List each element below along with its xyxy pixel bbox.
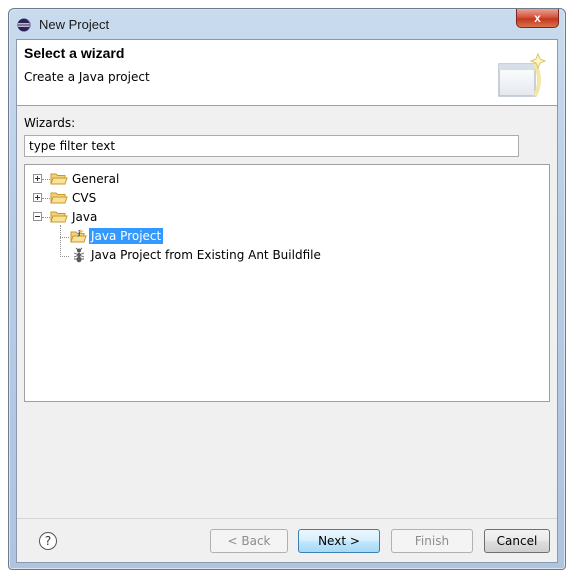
- expand-plus-icon[interactable]: [33, 174, 42, 183]
- page-description: Create a Java project: [24, 70, 150, 84]
- finish-button[interactable]: Finish: [391, 529, 473, 553]
- wizards-label: Wizards:: [24, 116, 76, 130]
- folder-open-icon: [50, 211, 68, 223]
- tree-item-label: Java Project: [89, 228, 164, 244]
- tree-item-label: Java: [72, 210, 98, 224]
- close-icon: x: [534, 11, 541, 25]
- cancel-button[interactable]: Cancel: [484, 529, 550, 553]
- tree-item-general[interactable]: General: [25, 170, 545, 189]
- expand-plus-icon[interactable]: [33, 193, 42, 202]
- next-button[interactable]: Next >: [298, 529, 380, 553]
- button-bar-separator: [17, 518, 557, 519]
- page-frame: New Project x Select a wizard Create a J…: [0, 0, 571, 575]
- tree-item-java[interactable]: Java: [25, 208, 545, 227]
- ant-icon: [73, 247, 85, 263]
- help-icon: ?: [44, 534, 52, 548]
- wizard-header: Select a wizard Create a Java project: [17, 40, 557, 106]
- dialog-client-area: Select a wizard Create a Java project Wi…: [16, 39, 558, 563]
- svg-text:J: J: [77, 229, 81, 237]
- wizard-banner-icon: [498, 52, 547, 97]
- folder-icon: [50, 173, 68, 185]
- tree-item-ant-project[interactable]: Java Project from Existing Ant Buildfile: [25, 246, 545, 265]
- help-button[interactable]: ?: [39, 532, 57, 550]
- tree-item-label: Java Project from Existing Ant Buildfile: [91, 248, 321, 262]
- title-bar[interactable]: New Project x: [9, 9, 565, 39]
- folder-icon: [50, 192, 68, 204]
- back-button[interactable]: < Back: [210, 529, 288, 553]
- tree-item-cvs[interactable]: CVS: [25, 189, 545, 208]
- eclipse-icon: [17, 18, 31, 32]
- page-title: Select a wizard: [24, 45, 125, 61]
- window-title: New Project: [39, 17, 110, 32]
- collapse-minus-icon[interactable]: [33, 212, 42, 221]
- filter-input[interactable]: [24, 135, 519, 157]
- tree-item-java-project[interactable]: J Java Project: [25, 227, 545, 246]
- new-project-window: New Project x Select a wizard Create a J…: [8, 8, 566, 570]
- wizard-tree[interactable]: General CVS Java J Java Project Java Pro…: [24, 164, 550, 402]
- tree-item-label: CVS: [72, 191, 97, 205]
- close-button[interactable]: x: [516, 9, 559, 28]
- java-project-icon: J: [70, 229, 87, 243]
- tree-item-label: General: [72, 172, 120, 186]
